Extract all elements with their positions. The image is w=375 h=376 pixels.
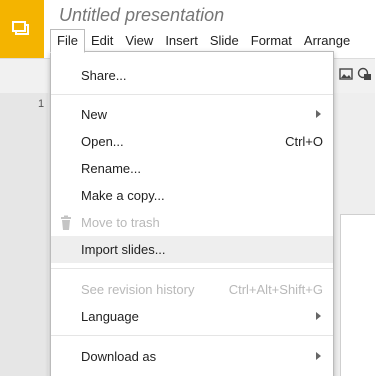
document-title[interactable]: Untitled presentation — [59, 5, 224, 26]
menu-item-language[interactable]: Language — [51, 303, 333, 330]
menu-item-rename[interactable]: Rename... — [51, 155, 333, 182]
menu-item-label: See revision history — [81, 282, 195, 297]
submenu-arrow-icon — [316, 312, 321, 320]
menu-arrange[interactable]: Arrange — [298, 30, 356, 52]
menu-edit[interactable]: Edit — [85, 30, 119, 52]
menu-item-label: Download as — [81, 349, 157, 364]
menu-item-label: Share... — [81, 68, 127, 83]
trash-icon — [61, 215, 71, 230]
menu-item-download-as[interactable]: Download as — [51, 343, 333, 370]
menu-separator — [51, 268, 333, 269]
menu-insert[interactable]: Insert — [159, 30, 204, 52]
image-icon[interactable] — [339, 67, 353, 81]
menu-item-revision-history: See revision history Ctrl+Alt+Shift+G — [51, 276, 333, 303]
menu-item-move-to-trash: Move to trash — [51, 209, 333, 236]
shape-icon[interactable] — [357, 67, 373, 81]
menu-view[interactable]: View — [119, 30, 159, 52]
menu-item-open[interactable]: Open... Ctrl+O — [51, 128, 333, 155]
menu-format[interactable]: Format — [245, 30, 298, 52]
menu-item-import-slides[interactable]: Import slides... — [51, 236, 333, 263]
submenu-arrow-icon — [316, 110, 321, 118]
slide-filmstrip[interactable] — [0, 93, 48, 376]
slide-canvas[interactable] — [340, 214, 375, 376]
menu-separator — [51, 94, 333, 95]
menu-item-label: Language — [81, 309, 139, 324]
slide-number: 1 — [38, 98, 45, 110]
menu-item-label: Move to trash — [81, 215, 160, 230]
menu-separator — [51, 335, 333, 336]
menu-item-label: Make a copy... — [81, 188, 165, 203]
toolbar-icons — [339, 67, 373, 81]
file-menu-dropdown: Share... New Open... Ctrl+O Rename... Ma… — [50, 51, 334, 376]
menu-item-label: Open... — [81, 134, 124, 149]
menu-item-label: Rename... — [81, 161, 141, 176]
menu-slide[interactable]: Slide — [204, 30, 245, 52]
menu-item-make-copy[interactable]: Make a copy... — [51, 182, 333, 209]
app-window: Untitled presentation File Edit View Ins… — [0, 0, 375, 376]
menu-item-share[interactable]: Share... — [51, 62, 333, 89]
slides-logo[interactable] — [0, 0, 44, 58]
menu-item-shortcut: Ctrl+Alt+Shift+G — [228, 282, 323, 297]
menu-bar: File Edit View Insert Slide Format Arran… — [50, 29, 356, 53]
slides-logo-icon — [12, 21, 29, 35]
menu-item-label: New — [81, 107, 108, 122]
submenu-arrow-icon — [316, 352, 321, 360]
menu-item-label: Import slides... — [81, 242, 166, 257]
menu-item-new[interactable]: New — [51, 101, 333, 128]
menu-item-shortcut: Ctrl+O — [285, 134, 323, 149]
menu-file[interactable]: File — [50, 29, 85, 53]
